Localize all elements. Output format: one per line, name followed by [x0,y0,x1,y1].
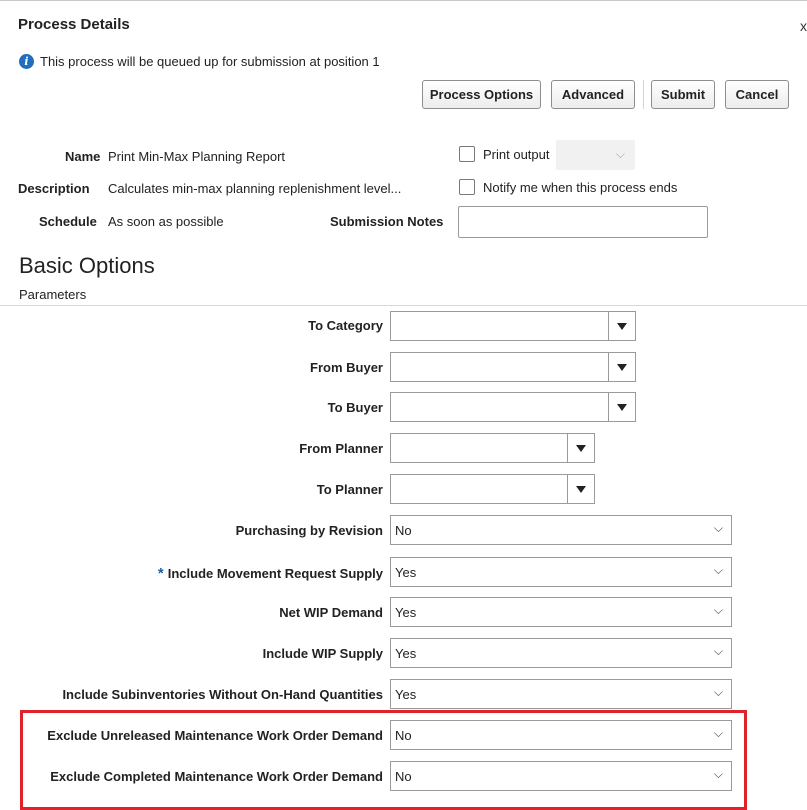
select-value: No [395,523,412,538]
dropdown-button[interactable] [608,392,636,422]
param-label-to-planner: To Planner [316,482,383,497]
info-icon: i [19,54,34,69]
param-label-to-buyer: To Buyer [327,400,383,415]
dropdown-button[interactable] [567,474,595,504]
dropdown-button[interactable] [567,433,595,463]
close-icon[interactable]: x [800,18,807,34]
description-label: Description [18,181,90,196]
to-category-combo[interactable] [390,311,636,341]
select-value: Yes [395,565,417,580]
dropdown-button[interactable] [608,352,636,382]
submission-notes-input[interactable] [458,206,708,238]
name-value: Print Min-Max Planning Report [108,149,286,164]
page-title: Process Details [18,16,130,33]
submit-button[interactable]: Submit [651,80,715,109]
required-indicator: * [157,565,164,582]
param-label-include-movement-request-supply: * Include Movement Request Supply [158,565,383,582]
schedule-label: Schedule [39,214,97,229]
chevron-down-icon: ⌵ [713,603,723,617]
param-label-purchasing-by-revision: Purchasing by Revision [235,523,383,538]
include-wip-supply-select[interactable]: Yes ⌵ [390,638,732,668]
name-label: Name [65,149,101,164]
from-planner-combo[interactable] [390,433,595,463]
to-buyer-combo[interactable] [390,392,636,422]
schedule-value: As soon as possible [108,214,224,229]
include-movement-request-supply-select[interactable]: Yes ⌵ [390,557,732,587]
net-wip-demand-select[interactable]: Yes ⌵ [390,597,732,627]
section-subtitle: Parameters [19,287,87,302]
purchasing-by-revision-select[interactable]: No ⌵ [390,515,732,545]
param-label-to-category: To Category [308,318,383,333]
chevron-down-icon: ⌵ [713,685,723,699]
dropdown-button[interactable] [608,311,636,341]
param-label-exclude-unreleased: Exclude Unreleased Maintenance Work Orde… [47,728,383,743]
print-output-label: Print output [483,147,550,162]
notify-checkbox[interactable] [459,179,475,195]
triangle-down-icon [617,322,627,330]
param-label-from-buyer: From Buyer [310,360,383,375]
info-message-text: This process will be queued up for submi… [40,54,380,69]
param-label-net-wip-demand: Net WIP Demand [279,605,383,620]
chevron-down-icon: ⌵ [713,644,723,658]
print-output-checkbox[interactable] [459,146,475,162]
chevron-down-icon: ⌵ [713,521,723,535]
info-message: i This process will be queued up for sub… [19,54,380,69]
triangle-down-icon [576,485,586,493]
exclude-completed-select[interactable]: No ⌵ [390,761,732,791]
advanced-button[interactable]: Advanced [551,80,635,109]
select-value: No [395,728,412,743]
param-label-include-wip-supply: Include WIP Supply [262,646,383,661]
chevron-down-icon: ⌵ [713,767,723,781]
process-options-button[interactable]: Process Options [422,80,541,109]
to-planner-combo[interactable] [390,474,595,504]
cancel-button[interactable]: Cancel [725,80,789,109]
section-title: Basic Options [19,253,155,278]
exclude-unreleased-select[interactable]: No ⌵ [390,720,732,750]
select-value: No [395,769,412,784]
description-value: Calculates min-max planning replenishmen… [108,181,402,196]
section-divider [0,305,807,306]
chevron-down-icon: ⌵ [615,147,625,161]
notify-label: Notify me when this process ends [483,180,678,195]
param-label-exclude-completed: Exclude Completed Maintenance Work Order… [50,769,383,784]
print-output-select: ⌵ [556,140,635,170]
triangle-down-icon [617,363,627,371]
param-label-include-subinventories: Include Subinventories Without On-Hand Q… [62,687,383,702]
param-label-from-planner: From Planner [299,441,383,456]
submission-notes-label: Submission Notes [330,214,444,229]
param-label-text: Include Movement Request Supply [167,566,383,581]
select-value: Yes [395,646,417,661]
toolbar-separator [643,80,644,109]
triangle-down-icon [576,444,586,452]
select-value: Yes [395,605,417,620]
chevron-down-icon: ⌵ [713,726,723,740]
select-value: Yes [395,687,417,702]
triangle-down-icon [617,403,627,411]
top-border [0,0,807,1]
from-buyer-combo[interactable] [390,352,636,382]
chevron-down-icon: ⌵ [713,563,723,577]
include-subinventories-select[interactable]: Yes ⌵ [390,679,732,709]
